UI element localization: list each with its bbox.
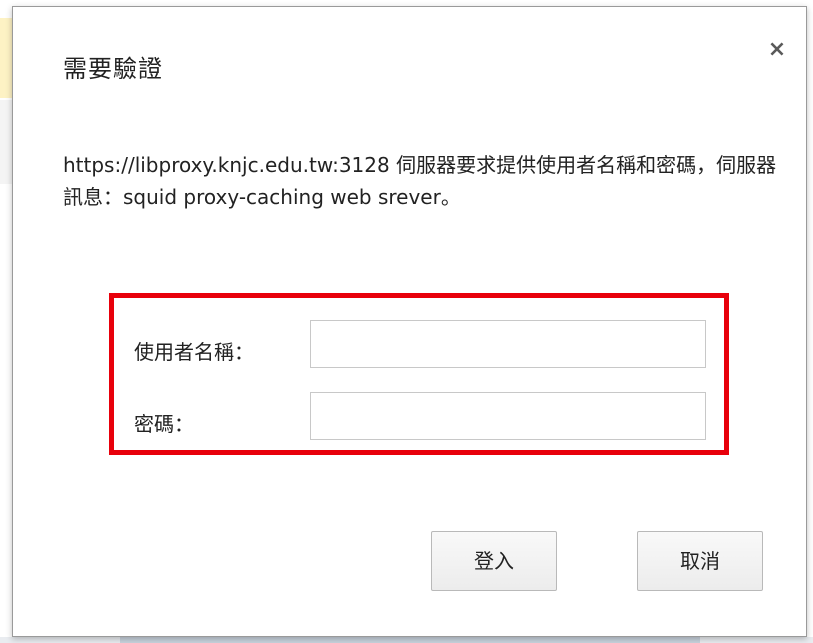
- username-field[interactable]: [310, 320, 706, 368]
- login-button[interactable]: 登入: [431, 531, 557, 591]
- cancel-button[interactable]: 取消: [637, 531, 763, 591]
- auth-message: https://libproxy.knjc.edu.tw:3128 伺服器要求提…: [63, 153, 777, 209]
- dialog-title: 需要驗證: [63, 55, 163, 83]
- password-field[interactable]: [310, 392, 706, 440]
- password-label: 密碼：: [134, 412, 194, 436]
- close-icon[interactable]: ×: [764, 37, 790, 63]
- auth-dialog: 需要驗證 × https://libproxy.knjc.edu.tw:3128…: [12, 6, 807, 637]
- credentials-highlight-box: 使用者名稱： 密碼：: [109, 293, 729, 455]
- screen: 需要驗證 × https://libproxy.knjc.edu.tw:3128…: [0, 0, 813, 643]
- background-page-bottom-accent: [120, 637, 700, 643]
- username-label: 使用者名稱：: [134, 340, 254, 364]
